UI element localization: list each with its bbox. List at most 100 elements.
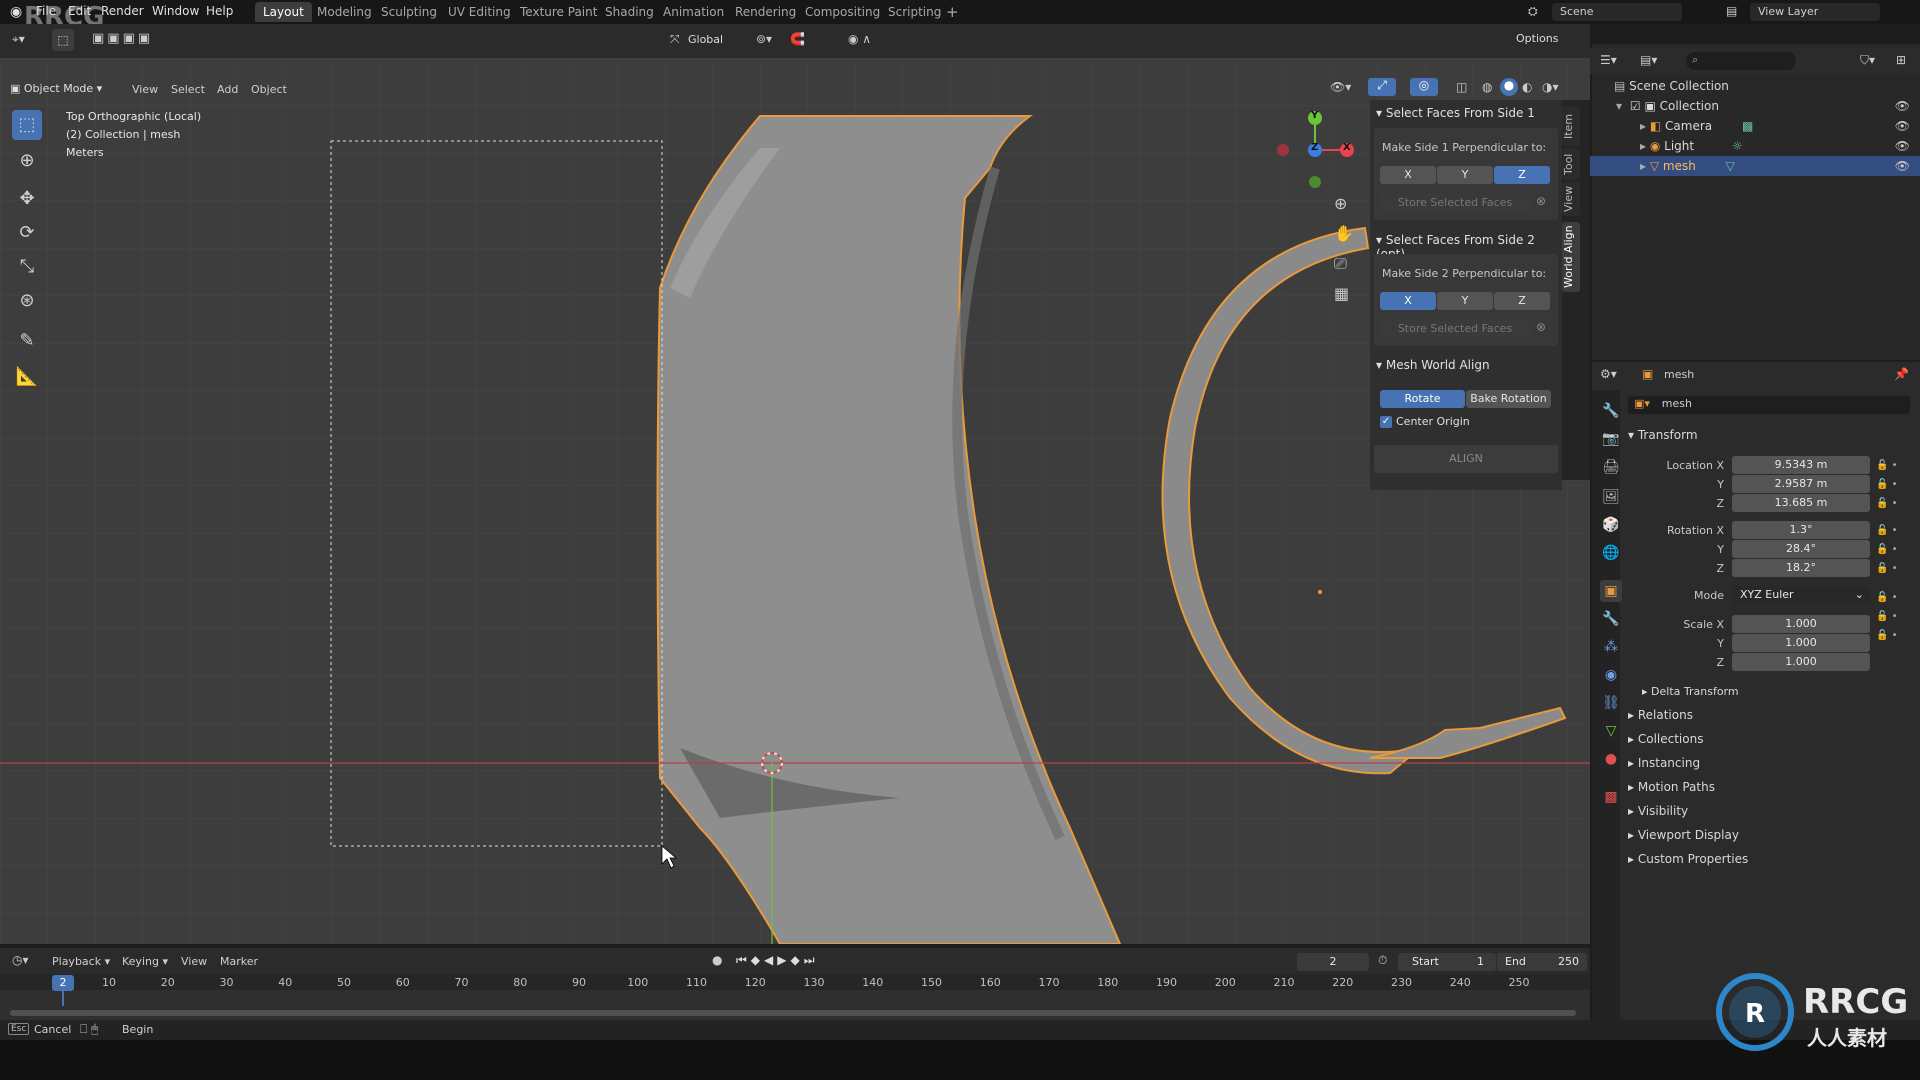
menu-keying[interactable]: Keying ▾ — [122, 955, 168, 968]
location-y-field[interactable]: 2.9587 m — [1732, 475, 1870, 493]
camera-visibility-icon[interactable]: 👁 — [1895, 116, 1910, 136]
preview-range-icon[interactable]: ⏱ — [1378, 953, 1387, 968]
start-frame-field[interactable]: Start 1 — [1398, 953, 1496, 971]
tab-compositing[interactable]: Compositing — [797, 2, 888, 22]
tab-texture-paint[interactable]: Texture Paint — [512, 2, 605, 22]
outliner-row-scene-collection[interactable]: ▤ Scene Collection — [1590, 76, 1920, 96]
menu-object[interactable]: Object — [251, 83, 287, 96]
outliner-row-camera[interactable]: ▸ ◧ Camera ▩ 👁 — [1590, 116, 1920, 136]
shading-wireframe-icon[interactable]: ◍ — [1482, 80, 1492, 94]
side2-axis-y-button[interactable]: Y — [1437, 292, 1493, 310]
pan-hand-icon[interactable]: ✋ — [1334, 224, 1354, 243]
lock-icon[interactable]: 🔓 • — [1876, 475, 1906, 494]
outliner-row-light[interactable]: ▸ ◉ Light ☼ 👁 — [1590, 136, 1920, 156]
shading-solid-icon[interactable]: ● — [1500, 78, 1518, 96]
section-custom-properties[interactable]: ▸ Custom Properties — [1628, 852, 1748, 866]
outliner-row-collection[interactable]: ▾ ☑ ▣ Collection 👁 — [1590, 96, 1920, 116]
tab-tool[interactable]: Tool — [1562, 148, 1580, 180]
tab-animation[interactable]: Animation — [655, 2, 732, 22]
shading-material-icon[interactable]: ◐ — [1522, 80, 1532, 94]
shading-rendered-icon[interactable]: ◑▾ — [1542, 80, 1559, 94]
select-box-tool-icon[interactable]: ⬚ — [12, 110, 42, 140]
menu-playback[interactable]: Playback ▾ — [52, 955, 110, 968]
side1-store-faces-button[interactable]: Store Selected Faces — [1380, 194, 1530, 212]
tab-view[interactable]: View — [1562, 182, 1580, 216]
new-collection-icon[interactable]: ⊞ — [1896, 53, 1906, 67]
annotate-tool-icon[interactable]: ✎ — [12, 326, 42, 356]
playhead-frame-indicator[interactable]: 2 — [52, 975, 74, 991]
transform-panel-header[interactable]: ▾ Transform — [1628, 428, 1698, 442]
timeline-scrollbar[interactable] — [10, 1010, 1576, 1016]
physics-properties-icon[interactable]: ◉ — [1600, 664, 1622, 686]
side1-axis-z-button[interactable]: Z — [1494, 166, 1550, 184]
add-workspace-icon[interactable]: + — [946, 3, 959, 21]
data-properties-icon[interactable]: ▽ — [1600, 720, 1622, 742]
tab-world-align[interactable]: World Align — [1562, 222, 1580, 292]
ortho-grid-icon[interactable]: ▦ — [1334, 284, 1349, 303]
scene-icon[interactable]: ⛭ — [1528, 4, 1538, 19]
camera-view-icon[interactable]: ⎚ — [1334, 254, 1347, 274]
location-z-field[interactable]: 13.685 m — [1732, 494, 1870, 512]
viewport-visibility-icon[interactable]: 👁▾ — [1330, 80, 1351, 94]
rotation-y-field[interactable]: 28.4° — [1732, 540, 1870, 558]
collection-checkbox-icon[interactable]: ☑ — [1630, 99, 1641, 113]
rotate-button[interactable]: Rotate — [1380, 390, 1465, 408]
world-align-panel-header[interactable]: ▾ Mesh World Align — [1376, 358, 1490, 372]
light-visibility-icon[interactable]: 👁 — [1895, 136, 1910, 156]
rotate-tool-icon[interactable]: ⟳ — [12, 218, 42, 248]
collection-visibility-icon[interactable]: 👁 — [1895, 96, 1910, 116]
scale-y-field[interactable]: 1.000 — [1732, 634, 1870, 652]
output-properties-icon[interactable]: 🖨 — [1600, 456, 1622, 478]
xray-icon[interactable]: ◫ — [1456, 80, 1467, 94]
rotation-z-field[interactable]: 18.2° — [1732, 559, 1870, 577]
modifier-properties-icon[interactable]: 🔧 — [1600, 608, 1622, 630]
lock-icon[interactable]: 🔓 • — [1876, 521, 1906, 540]
options-dropdown[interactable]: Options — [1516, 32, 1558, 45]
editor-type-icon[interactable]: ⌖▾ — [12, 32, 25, 47]
scale-x-field[interactable]: 1.000 — [1732, 615, 1870, 633]
pin-icon[interactable]: 📌 — [1894, 367, 1909, 381]
menu-file[interactable]: File — [36, 4, 56, 18]
outliner-editor-icon[interactable]: ☰▾ — [1600, 53, 1617, 67]
view-layer-properties-icon[interactable]: 🖼 — [1600, 486, 1622, 508]
menu-select[interactable]: Select — [171, 83, 205, 96]
align-button[interactable]: ALIGN — [1374, 445, 1558, 473]
side2-clear-icon[interactable]: ⊗ — [1536, 320, 1546, 334]
world-properties-icon[interactable]: 🌐 — [1600, 542, 1622, 564]
section-instancing[interactable]: ▸ Instancing — [1628, 756, 1700, 770]
section-motion-paths[interactable]: ▸ Motion Paths — [1628, 780, 1715, 794]
object-mode-dropdown[interactable]: ▣ Object Mode ▾ — [10, 80, 102, 98]
delta-transform-header[interactable]: ▸ Delta Transform — [1642, 685, 1739, 698]
menu-view[interactable]: View — [132, 83, 158, 96]
lock-icon[interactable]: 🔓 • — [1876, 607, 1906, 626]
lock-icon[interactable]: 🔓 • — [1876, 494, 1906, 513]
object-datablock-field[interactable]: ▣▾ mesh — [1628, 396, 1910, 414]
3d-viewport[interactable]: Top Orthographic (Local) (2) Collection … — [0, 58, 1590, 944]
lock-icon[interactable]: 🔓 • — [1876, 456, 1906, 475]
menu-marker[interactable]: Marker — [220, 955, 258, 968]
menu-edit[interactable]: Edit — [68, 4, 91, 18]
menu-timeline-view[interactable]: View — [181, 955, 207, 968]
transform-orientation-dropdown[interactable]: Global — [688, 33, 723, 46]
filter-icon[interactable]: ⛉▾ — [1860, 53, 1875, 68]
move-tool-icon[interactable]: ✥ — [12, 184, 42, 214]
lock-icon[interactable]: 🔓 • — [1876, 588, 1906, 607]
particles-properties-icon[interactable]: ⁂ — [1600, 636, 1622, 658]
zoom-icon[interactable]: ⊕ — [1334, 194, 1347, 213]
tab-rendering[interactable]: Rendering — [727, 2, 804, 22]
menu-render[interactable]: Render — [101, 4, 144, 18]
select-tool-icon[interactable]: ⬚ — [52, 29, 74, 51]
side2-store-faces-button[interactable]: Store Selected Faces — [1380, 320, 1530, 338]
side1-axis-y-button[interactable]: Y — [1437, 166, 1493, 184]
tab-scripting[interactable]: Scripting — [880, 2, 949, 22]
object-properties-icon[interactable]: ▣ — [1600, 580, 1622, 602]
scene-properties-icon[interactable]: 🎲 — [1600, 514, 1622, 536]
playback-controls-icons[interactable]: ⏮◆◀▶◆⏭ — [736, 953, 819, 968]
transform-tool-icon[interactable]: ⊛ — [12, 286, 42, 316]
snap-icon[interactable]: 🧲 — [790, 32, 805, 46]
properties-editor-icon[interactable]: ⚙▾ — [1600, 367, 1617, 381]
section-collections[interactable]: ▸ Collections — [1628, 732, 1703, 746]
transform-orientation-icon[interactable]: ⤧ — [670, 32, 680, 47]
outliner-row-mesh[interactable]: ▸ ▽ mesh ▽ 👁 — [1590, 156, 1920, 176]
overlay-toggle-icon[interactable]: ◎ — [1410, 78, 1438, 96]
